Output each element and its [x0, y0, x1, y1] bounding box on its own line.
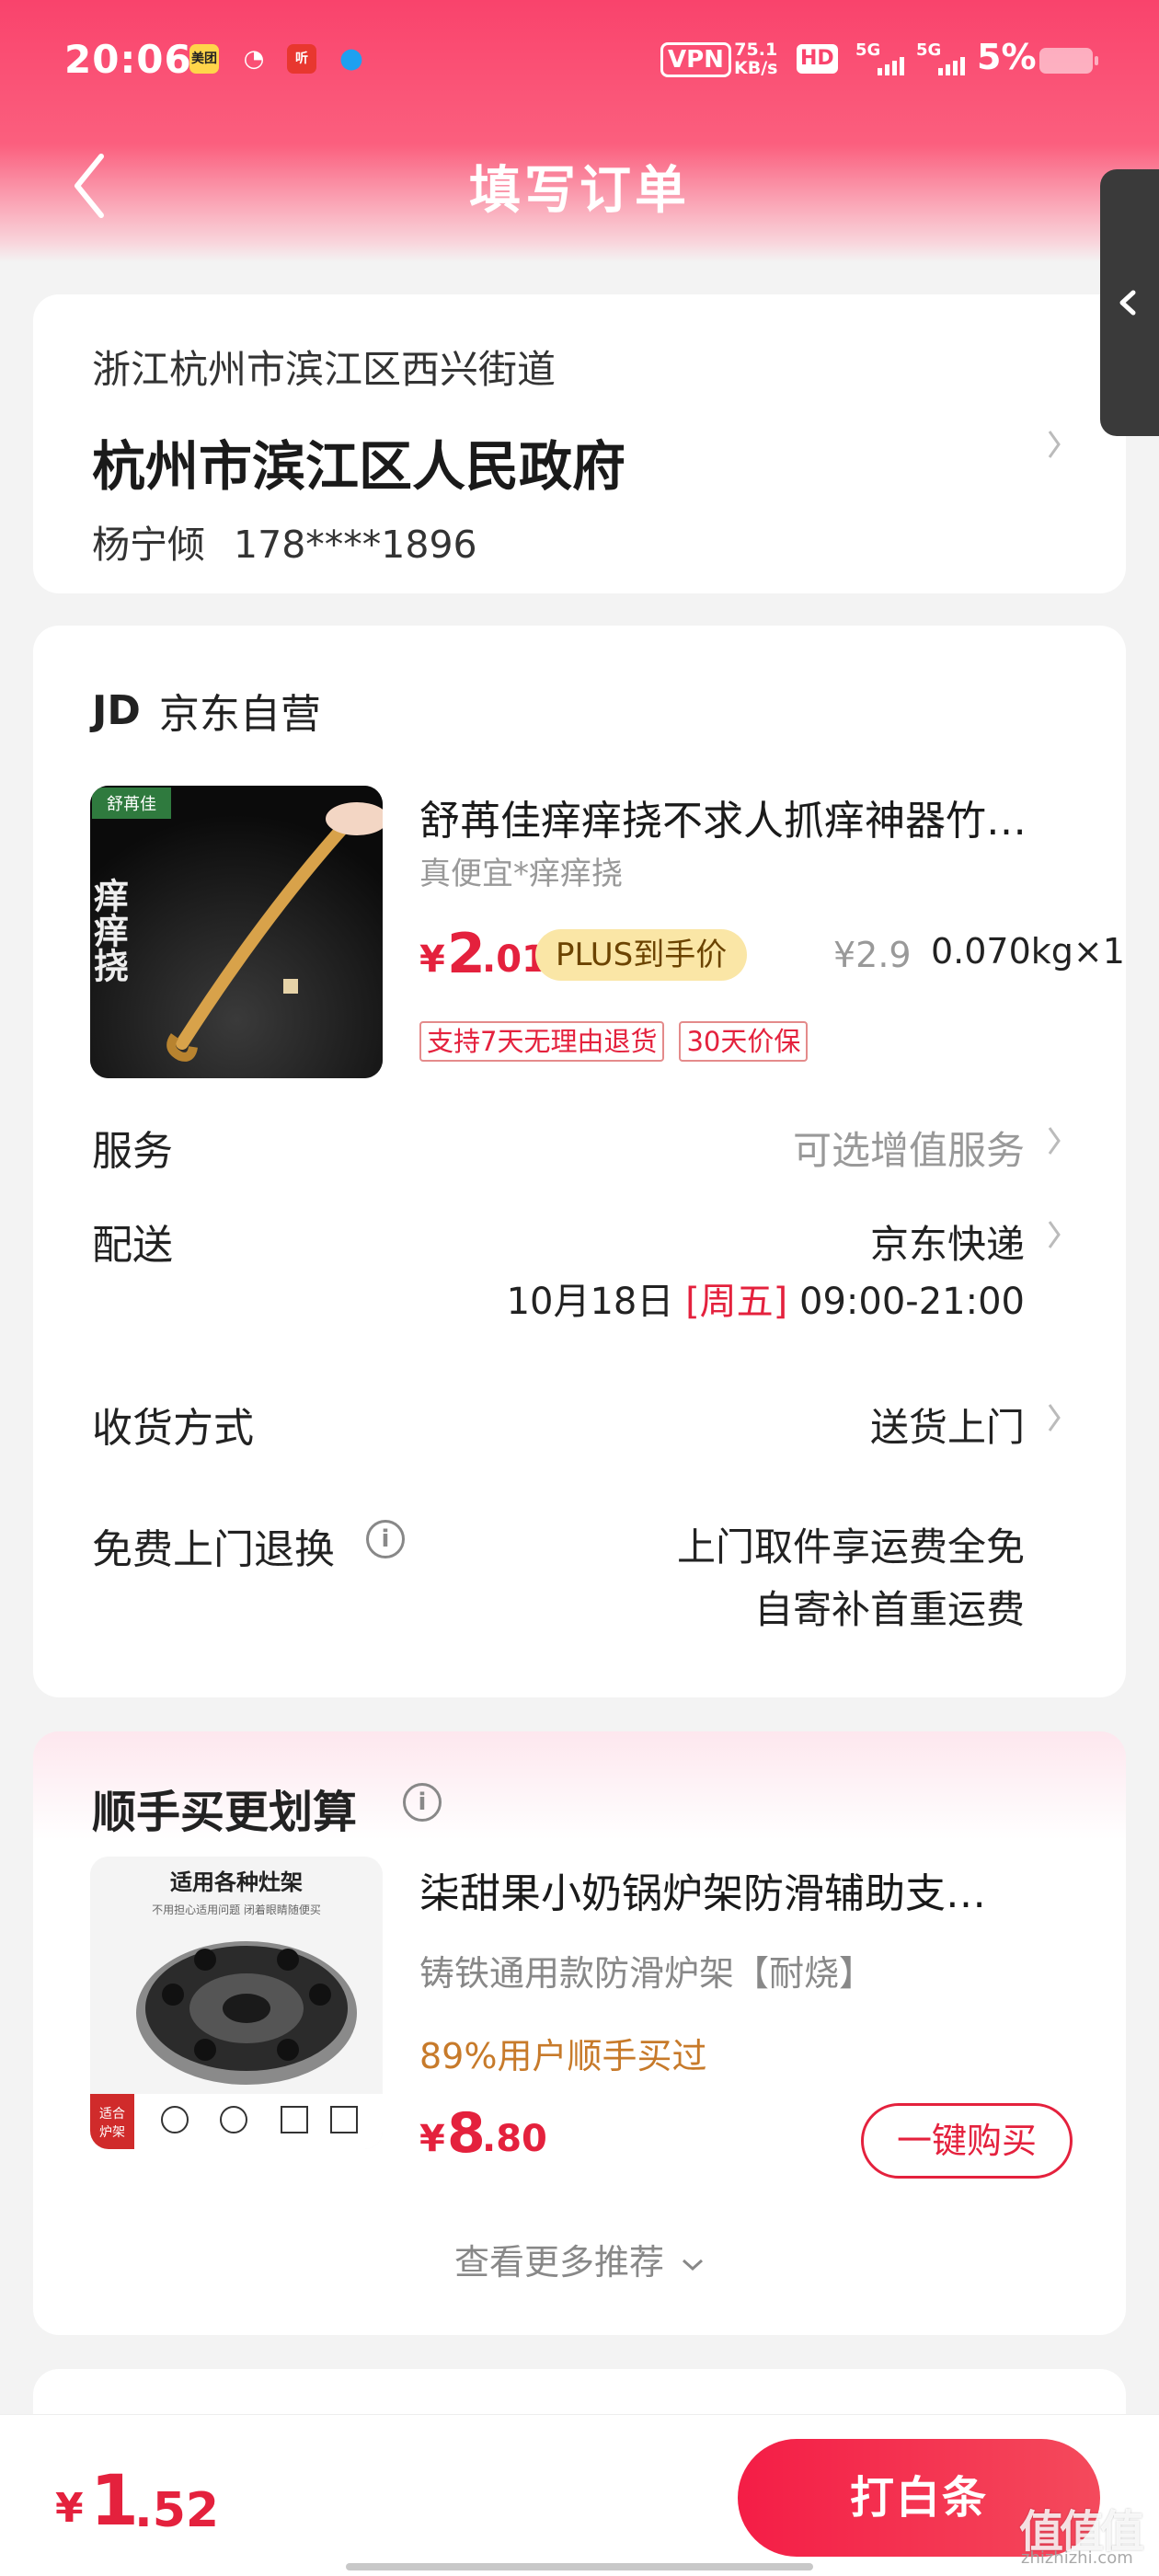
- total-decimal: .52: [134, 2483, 220, 2538]
- tag-7day-return: 支持7天无理由退货: [419, 1021, 665, 1062]
- free-return-value-1: 上门取件享运费全免: [676, 1524, 1025, 1570]
- recommend-buy-percent: 89%用户顺手买过: [419, 2036, 707, 2076]
- product-price-row: ¥ 2 .01 PLUS到手价 ¥2.9 0.070kg×1: [419, 922, 1125, 986]
- product-image-art: 舒苒佳 痒痒挠: [90, 786, 383, 1078]
- address-contact: 杨宁倾 178****1896: [92, 513, 477, 569]
- one-click-buy-button[interactable]: 一键购买: [861, 2103, 1073, 2179]
- delivery-value[interactable]: 京东快递: [870, 1213, 1025, 1270]
- rec-image-badge-2: 炉架: [99, 2125, 125, 2140]
- info-icon[interactable]: i: [366, 1520, 405, 1558]
- store-name: 京东自营: [158, 691, 321, 738]
- total-integer: 1: [90, 2459, 139, 2541]
- product-subtitle: 真便宜*痒痒挠: [419, 856, 623, 892]
- signal-bars-2-icon: [938, 57, 965, 75]
- recommend-product-sub: 铸铁通用款防滑炉架【耐烧】: [419, 1953, 875, 1994]
- signal-bars-1-icon: [878, 57, 904, 75]
- recommend-price: ¥ 8 .80: [419, 2101, 695, 2166]
- delivery-weekday: [周五]: [685, 1281, 788, 1323]
- receive-method-label: 收货方式: [92, 1405, 254, 1452]
- receive-method-value[interactable]: 送货上门: [870, 1397, 1025, 1453]
- product-image-text: 痒痒挠: [90, 878, 130, 983]
- address-detail: 杭州市滨江区人民政府: [92, 435, 626, 498]
- rec-image-caption: 适用各种灶架: [170, 1869, 303, 1895]
- hd-indicator: HD: [797, 44, 838, 74]
- network-speed: 75.1 KB/s: [734, 40, 778, 78]
- recommend-product-name[interactable]: 柒甜果小奶锅炉架防滑辅助支…: [419, 1860, 1082, 1919]
- nav-bar: 填写订单: [0, 129, 1159, 239]
- rec-price-currency: ¥: [419, 2118, 445, 2160]
- side-floating-tab[interactable]: [1100, 169, 1159, 436]
- watermark-url: zhizhizhi.com: [1021, 2548, 1133, 2568]
- jd-logo: JD: [92, 686, 141, 734]
- free-return-value-2: 自寄补首重运费: [753, 1587, 1025, 1632]
- chevron-right-icon: [1048, 431, 1061, 458]
- chevron-left-small-icon: [1119, 290, 1136, 316]
- recommend-card: 顺手买更划算 i 适用各种灶架 不用担心适用问题 闭着眼睛随便买 适合 炉架 柒…: [33, 1731, 1126, 2335]
- rec-image-sub: 不用担心适用问题 闭着眼睛随便买: [152, 1903, 321, 1916]
- see-more-recommend-link[interactable]: 查看更多推荐: [33, 2234, 1126, 2284]
- product-brand-text: 舒苒佳: [107, 795, 156, 814]
- total-currency: ¥: [55, 2485, 84, 2532]
- bottom-bar: ¥ 1 .52 打白条: [0, 2414, 1159, 2576]
- rec-price-decimal: .80: [482, 2118, 547, 2160]
- battery-percent: 5%: [977, 37, 1037, 77]
- wechat-icon: ◔: [243, 45, 265, 73]
- status-time: 20:06: [64, 37, 192, 82]
- recommend-image-art: 适用各种灶架 不用担心适用问题 闭着眼睛随便买 适合 炉架: [90, 1857, 383, 2149]
- price-integer: 2: [447, 922, 486, 986]
- service-label: 服务: [92, 1128, 173, 1175]
- product-title[interactable]: 舒苒佳痒痒挠不求人抓痒神器竹…: [419, 788, 1082, 846]
- order-card: JD 京东自营 舒苒佳 痒痒挠 舒苒佳痒痒挠不求人抓痒神器竹… 真便宜*痒痒挠 …: [33, 626, 1126, 1697]
- original-price: ¥2.9: [833, 935, 912, 975]
- page-title: 填写订单: [469, 161, 690, 221]
- info-icon[interactable]: i: [403, 1783, 442, 1822]
- contact-phone: 178****1896: [234, 523, 477, 567]
- chevron-down-icon: [683, 2259, 704, 2271]
- product-tags: 支持7天无理由退货 30天价保: [419, 1021, 809, 1062]
- service-value[interactable]: 可选增值服务: [793, 1120, 1025, 1176]
- chevron-right-icon: [1048, 1127, 1061, 1155]
- delivery-time[interactable]: 10月18日 [周五] 09:00-21:00: [507, 1271, 1025, 1325]
- meituan-icon: 美团: [189, 44, 219, 74]
- qq-icon: ●: [339, 42, 364, 75]
- recommend-title: 顺手买更划算: [92, 1787, 358, 1838]
- address-card[interactable]: 浙江杭州市滨江区西兴街道 杭州市滨江区人民政府 杨宁倾 178****1896: [33, 294, 1126, 593]
- store-header: JD 京东自营: [92, 681, 321, 740]
- see-more-label: 查看更多推荐: [453, 2242, 664, 2283]
- home-indicator[interactable]: [346, 2563, 813, 2570]
- product-image[interactable]: 舒苒佳 痒痒挠: [90, 786, 383, 1078]
- chevron-right-icon: [1048, 1404, 1061, 1432]
- recommend-product-image[interactable]: 适用各种灶架 不用担心适用问题 闭着眼睛随便买 适合 炉架: [90, 1857, 383, 2149]
- vpn-indicator: VPN: [660, 42, 731, 77]
- status-bar: 20:06 美团 ◔ 听 ● VPN 75.1 KB/s HD 5G 5G 5%: [0, 0, 1159, 129]
- weight-quantity: 0.070kg×1: [931, 931, 1125, 972]
- tag-price-protect: 30天价保: [679, 1021, 809, 1062]
- delivery-label: 配送: [92, 1222, 173, 1269]
- delivery-date: 10月18日: [506, 1281, 674, 1323]
- contact-name: 杨宁倾: [92, 523, 205, 567]
- price-currency: ¥: [419, 938, 445, 981]
- delivery-window: 09:00-21:00: [799, 1281, 1025, 1323]
- free-return-label: 免费上门退换: [92, 1526, 335, 1573]
- header-background: 20:06 美团 ◔ 听 ● VPN 75.1 KB/s HD 5G 5G 5%…: [0, 0, 1159, 262]
- chevron-right-icon: [1048, 1221, 1061, 1248]
- plus-price-badge: PLUS到手价: [535, 929, 748, 981]
- rec-price-integer: 8: [447, 2101, 486, 2166]
- battery-icon: [1039, 48, 1098, 74]
- rec-image-badge-1: 适合: [99, 2107, 125, 2122]
- address-region: 浙江杭州市滨江区西兴街道: [92, 347, 557, 392]
- ting-icon: 听: [287, 44, 316, 74]
